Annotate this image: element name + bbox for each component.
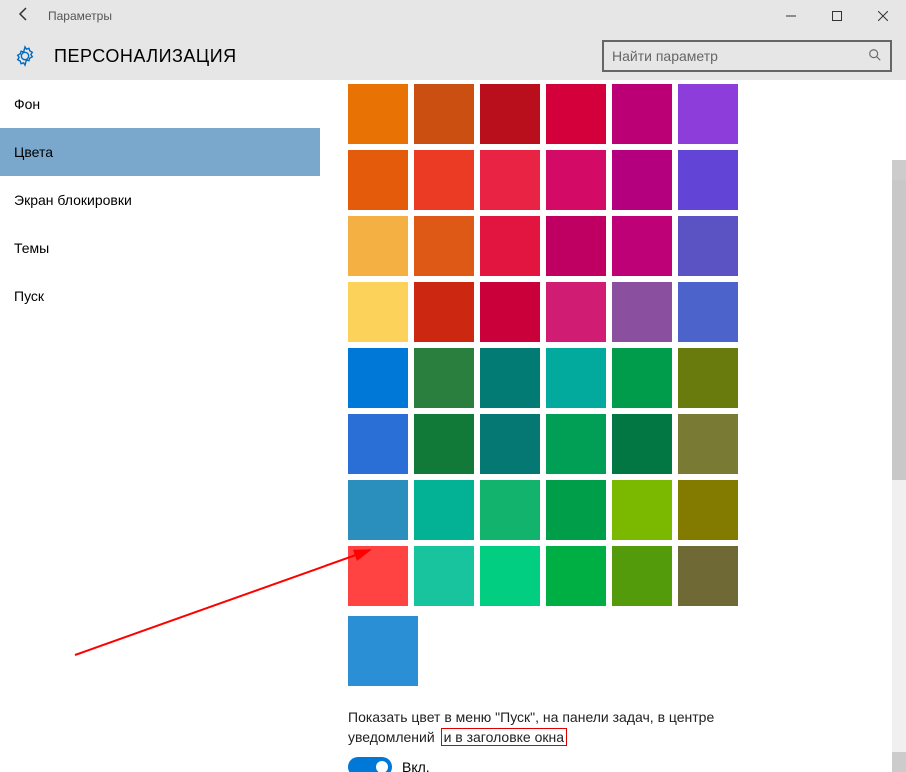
search-placeholder: Найти параметр — [612, 48, 868, 64]
scroll-up-arrow[interactable] — [892, 160, 906, 180]
sidebar-item-lockscreen[interactable]: Экран блокировки — [0, 176, 320, 224]
content-pane: Показать цвет в меню "Пуск", на панели з… — [320, 80, 906, 772]
color-swatch[interactable] — [612, 282, 672, 342]
close-button[interactable] — [860, 0, 906, 32]
color-swatch[interactable] — [612, 480, 672, 540]
scroll-down-arrow[interactable] — [892, 752, 906, 772]
color-swatch[interactable] — [480, 480, 540, 540]
color-swatch[interactable] — [480, 414, 540, 474]
color-swatch[interactable] — [612, 84, 672, 144]
titlebar: Параметры — [0, 0, 906, 32]
color-swatch[interactable] — [348, 546, 408, 606]
option1-label: Показать цвет в меню "Пуск", на панели з… — [348, 708, 768, 747]
color-swatch[interactable] — [612, 150, 672, 210]
color-swatch[interactable] — [414, 414, 474, 474]
color-swatch[interactable] — [414, 480, 474, 540]
window-title: Параметры — [48, 9, 112, 23]
color-swatch[interactable] — [546, 414, 606, 474]
color-swatch[interactable] — [348, 348, 408, 408]
gear-icon — [14, 45, 36, 67]
sidebar: Фон Цвета Экран блокировки Темы Пуск — [0, 80, 320, 772]
color-swatch[interactable] — [348, 150, 408, 210]
color-swatch[interactable] — [546, 84, 606, 144]
color-swatch[interactable] — [678, 480, 738, 540]
color-swatch[interactable] — [546, 216, 606, 276]
color-swatch[interactable] — [348, 414, 408, 474]
scroll-thumb[interactable] — [892, 180, 906, 480]
color-swatch[interactable] — [546, 480, 606, 540]
color-swatch[interactable] — [480, 150, 540, 210]
color-grid — [348, 84, 906, 606]
sidebar-item-themes[interactable]: Темы — [0, 224, 320, 272]
option1-toggle[interactable] — [348, 757, 392, 772]
color-swatch[interactable] — [678, 216, 738, 276]
color-swatch[interactable] — [546, 348, 606, 408]
color-swatch[interactable] — [480, 216, 540, 276]
option1-state: Вкл. — [402, 759, 430, 772]
color-swatch[interactable] — [678, 414, 738, 474]
color-swatch[interactable] — [414, 348, 474, 408]
color-swatch[interactable] — [480, 546, 540, 606]
scrollbar[interactable] — [892, 160, 906, 772]
color-swatch[interactable] — [480, 282, 540, 342]
color-swatch[interactable] — [414, 84, 474, 144]
selected-color — [348, 616, 906, 686]
minimize-button[interactable] — [768, 0, 814, 32]
sidebar-item-colors[interactable]: Цвета — [0, 128, 320, 176]
header: ПЕРСОНАЛИЗАЦИЯ Найти параметр — [0, 32, 906, 80]
sidebar-item-start[interactable]: Пуск — [0, 272, 320, 320]
page-heading: ПЕРСОНАЛИЗАЦИЯ — [54, 46, 237, 67]
search-input[interactable]: Найти параметр — [602, 40, 892, 72]
color-swatch[interactable] — [678, 150, 738, 210]
sidebar-item-background[interactable]: Фон — [0, 80, 320, 128]
color-swatch[interactable] — [678, 84, 738, 144]
color-swatch[interactable] — [480, 348, 540, 408]
color-swatch[interactable] — [678, 546, 738, 606]
color-swatch[interactable] — [480, 84, 540, 144]
color-swatch[interactable] — [612, 216, 672, 276]
color-swatch[interactable] — [414, 216, 474, 276]
color-swatch[interactable] — [414, 150, 474, 210]
color-swatch[interactable] — [348, 216, 408, 276]
color-swatch[interactable] — [348, 84, 408, 144]
color-swatch[interactable] — [678, 348, 738, 408]
maximize-button[interactable] — [814, 0, 860, 32]
color-swatch[interactable] — [546, 546, 606, 606]
color-swatch[interactable] — [612, 546, 672, 606]
search-icon — [868, 48, 882, 65]
color-swatch[interactable] — [414, 282, 474, 342]
color-swatch[interactable] — [546, 150, 606, 210]
color-swatch[interactable] — [348, 282, 408, 342]
highlight-box: и в заголовке окна — [441, 728, 567, 746]
back-button[interactable] — [0, 6, 48, 27]
color-swatch[interactable] — [348, 480, 408, 540]
color-swatch[interactable] — [612, 348, 672, 408]
selected-color-swatch[interactable] — [348, 616, 418, 686]
color-swatch[interactable] — [612, 414, 672, 474]
color-swatch[interactable] — [546, 282, 606, 342]
color-swatch[interactable] — [414, 546, 474, 606]
color-swatch[interactable] — [678, 282, 738, 342]
